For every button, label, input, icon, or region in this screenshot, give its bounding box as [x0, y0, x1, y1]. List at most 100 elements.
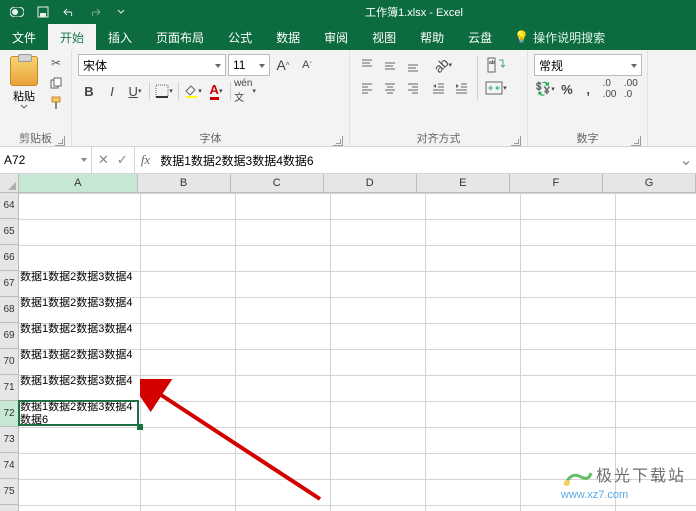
- accounting-format-button[interactable]: 💱▾: [534, 78, 556, 100]
- clipboard-dialog-launcher[interactable]: [55, 136, 65, 146]
- tab-cloud[interactable]: 云盘: [456, 24, 504, 50]
- tab-review[interactable]: 审阅: [312, 24, 360, 50]
- increase-indent-button[interactable]: [451, 77, 473, 99]
- column-header-D[interactable]: D: [324, 174, 417, 192]
- cell-A69[interactable]: 数据1数据2数据3数据4: [19, 323, 138, 349]
- underline-button[interactable]: U▾: [124, 80, 146, 102]
- border-button[interactable]: ▾: [153, 80, 175, 102]
- copy-icon: [50, 77, 62, 89]
- cell-A71[interactable]: 数据1数据2数据3数据4: [19, 375, 138, 401]
- row-header-67[interactable]: 67: [0, 271, 18, 297]
- cell-A70[interactable]: 数据1数据2数据3数据4: [19, 349, 138, 375]
- expand-formula-bar[interactable]: ⌄: [676, 147, 696, 173]
- svg-text:ab: ab: [489, 60, 495, 66]
- select-all-corner[interactable]: [0, 174, 19, 193]
- fill-color-button[interactable]: ▾: [182, 80, 204, 102]
- font-color-icon: A: [210, 82, 219, 100]
- paste-button[interactable]: 粘贴: [4, 52, 44, 109]
- tab-data[interactable]: 数据: [264, 24, 312, 50]
- increase-font-button[interactable]: A^: [272, 54, 294, 76]
- align-right-button[interactable]: [402, 77, 424, 99]
- merge-button[interactable]: ▾: [482, 77, 510, 99]
- qat-customize-icon[interactable]: [110, 2, 132, 22]
- italic-button[interactable]: I: [101, 80, 123, 102]
- column-header-B[interactable]: B: [138, 174, 231, 192]
- align-left-button[interactable]: [356, 77, 378, 99]
- cut-button[interactable]: ✂: [46, 54, 66, 72]
- column-header-F[interactable]: F: [510, 174, 603, 192]
- watermark-logo-icon: [561, 467, 593, 489]
- font-dialog-launcher[interactable]: [333, 136, 343, 146]
- accept-formula-icon[interactable]: ✓: [117, 152, 128, 168]
- orientation-icon: ab: [431, 55, 452, 76]
- decrease-font-button[interactable]: Aˇ: [296, 54, 318, 76]
- bold-button[interactable]: B: [78, 80, 100, 102]
- align-middle-button[interactable]: [379, 54, 401, 76]
- row-header-71[interactable]: 71: [0, 375, 18, 401]
- row-header-76[interactable]: 76: [0, 505, 18, 511]
- font-name-combo[interactable]: 宋体: [78, 54, 226, 76]
- row-header-72[interactable]: 72: [0, 401, 18, 427]
- tab-help[interactable]: 帮助: [408, 24, 456, 50]
- phonetic-button[interactable]: wén文▾: [234, 80, 256, 102]
- cell-A68[interactable]: 数据1数据2数据3数据4: [19, 297, 138, 323]
- tab-formulas[interactable]: 公式: [216, 24, 264, 50]
- tab-file[interactable]: 文件: [0, 24, 48, 50]
- tab-view[interactable]: 视图: [360, 24, 408, 50]
- row-header-64[interactable]: 64: [0, 193, 18, 219]
- column-headers[interactable]: ABCDEFG: [19, 174, 696, 193]
- tab-home[interactable]: 开始: [48, 24, 96, 50]
- orientation-button[interactable]: ab▾: [428, 54, 458, 76]
- align-bottom-button[interactable]: [402, 54, 424, 76]
- cell-grid[interactable]: ABCDEFG 6465666768697071727374757677 数据1…: [0, 174, 696, 511]
- decrease-decimal-button[interactable]: .00.0: [621, 78, 641, 100]
- indent-icon: [455, 81, 469, 95]
- row-header-74[interactable]: 74: [0, 453, 18, 479]
- wrap-text-button[interactable]: ab: [482, 54, 510, 76]
- redo-icon[interactable]: [84, 2, 106, 22]
- row-header-73[interactable]: 73: [0, 427, 18, 453]
- row-header-69[interactable]: 69: [0, 323, 18, 349]
- fx-icon[interactable]: fx: [135, 147, 156, 173]
- cancel-formula-icon[interactable]: ✕: [98, 152, 109, 168]
- tab-insert[interactable]: 插入: [96, 24, 144, 50]
- percent-icon: %: [561, 82, 573, 97]
- selection-box: [18, 400, 139, 426]
- number-dialog-launcher[interactable]: [631, 136, 641, 146]
- decrease-indent-button[interactable]: [428, 77, 450, 99]
- undo-icon[interactable]: [58, 2, 80, 22]
- align-top-button[interactable]: [356, 54, 378, 76]
- increase-decimal-button[interactable]: .0.00: [599, 78, 619, 100]
- tab-pagelayout[interactable]: 页面布局: [144, 24, 216, 50]
- format-painter-button[interactable]: [46, 94, 66, 112]
- row-header-65[interactable]: 65: [0, 219, 18, 245]
- autosave-toggle[interactable]: [6, 2, 28, 22]
- paste-icon: [10, 56, 38, 86]
- row-header-70[interactable]: 70: [0, 349, 18, 375]
- wrap-icon: ab: [487, 57, 505, 73]
- font-group-label: 字体: [200, 130, 222, 146]
- alignment-dialog-launcher[interactable]: [511, 136, 521, 146]
- number-format-combo[interactable]: 常规: [534, 54, 642, 76]
- font-size-combo[interactable]: 11: [228, 54, 270, 76]
- tell-me-search[interactable]: 💡 操作说明搜索: [514, 24, 605, 50]
- row-header-68[interactable]: 68: [0, 297, 18, 323]
- percent-button[interactable]: %: [557, 78, 577, 100]
- row-headers[interactable]: 6465666768697071727374757677: [0, 193, 19, 511]
- cell-A67[interactable]: 数据1数据2数据3数据4: [19, 271, 138, 297]
- row-header-75[interactable]: 75: [0, 479, 18, 505]
- row-header-66[interactable]: 66: [0, 245, 18, 271]
- copy-button[interactable]: [46, 74, 66, 92]
- watermark: 极光下载站 www.xz7.com: [561, 462, 686, 501]
- formula-input[interactable]: [156, 147, 676, 173]
- column-header-A[interactable]: A: [19, 174, 138, 192]
- column-header-C[interactable]: C: [231, 174, 324, 192]
- name-box[interactable]: A72: [0, 147, 92, 173]
- fill-handle[interactable]: [137, 424, 143, 430]
- column-header-E[interactable]: E: [417, 174, 510, 192]
- save-icon[interactable]: [32, 2, 54, 22]
- align-center-button[interactable]: [379, 77, 401, 99]
- font-color-button[interactable]: A▾: [205, 80, 227, 102]
- column-header-G[interactable]: G: [603, 174, 696, 192]
- comma-button[interactable]: ,: [578, 78, 598, 100]
